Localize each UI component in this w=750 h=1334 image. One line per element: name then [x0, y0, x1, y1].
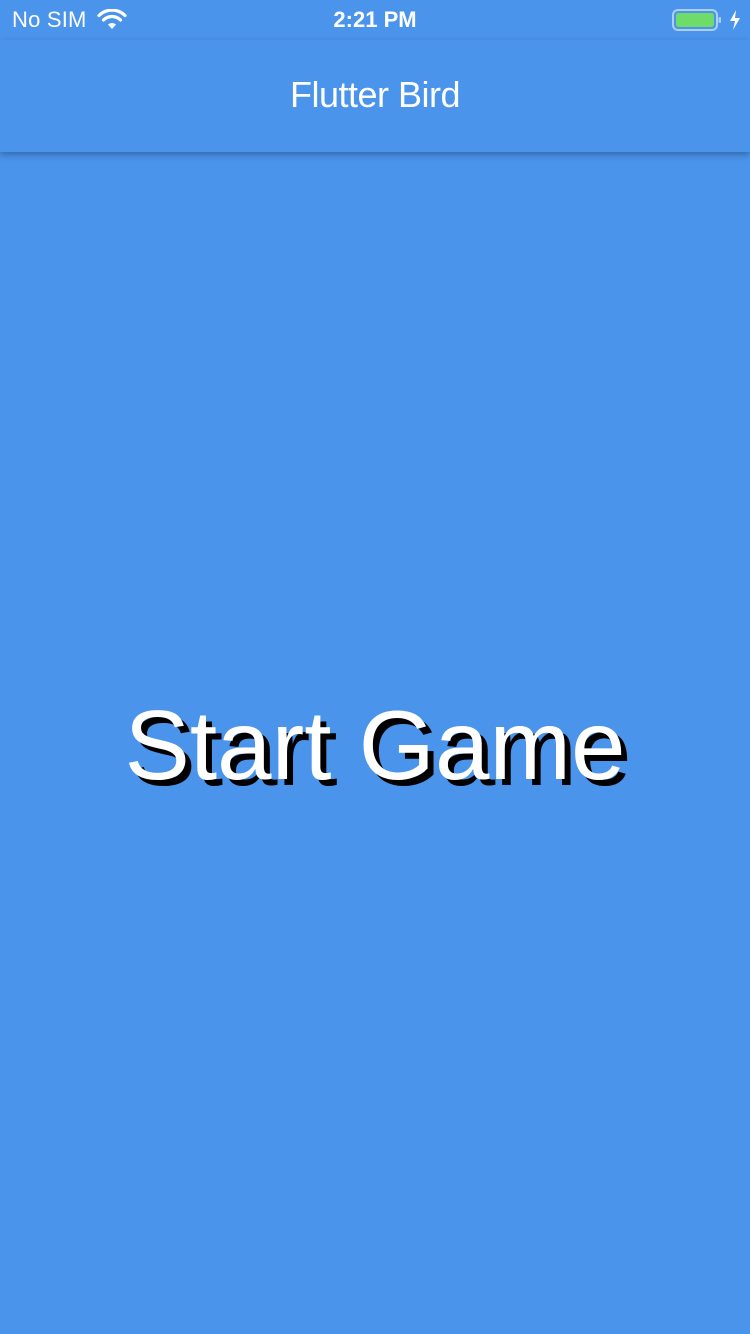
- charging-bolt-icon: [728, 9, 742, 31]
- battery-full-icon: [672, 8, 722, 32]
- app-title: Flutter Bird: [289, 74, 461, 115]
- status-right: [672, 8, 742, 32]
- start-game-button[interactable]: Start Game: [0, 690, 750, 800]
- app-bar: Flutter Bird: [0, 40, 750, 152]
- status-bar: No SIM 2:21 PM: [0, 0, 750, 40]
- status-time: 2:21 PM: [333, 7, 417, 32]
- game-area[interactable]: Start Game: [0, 152, 750, 1334]
